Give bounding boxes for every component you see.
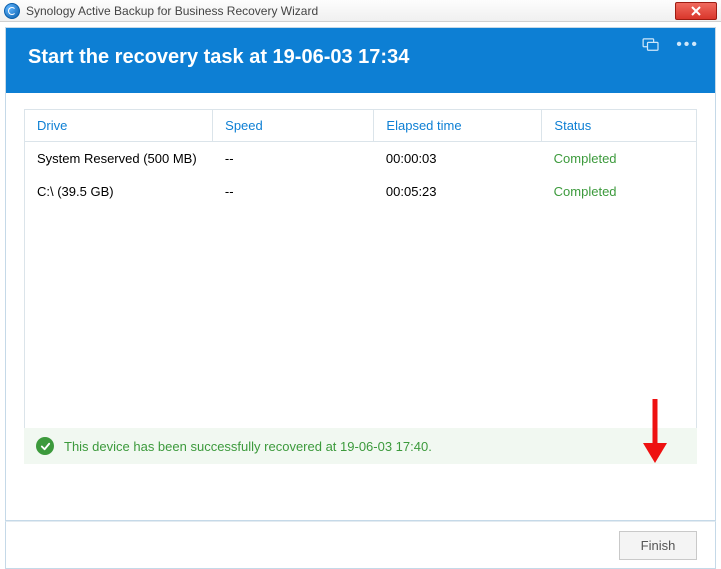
monitor-icon[interactable] bbox=[642, 38, 660, 52]
cell-elapsed: 00:00:03 bbox=[374, 142, 542, 175]
more-icon[interactable]: ••• bbox=[676, 38, 699, 52]
footer-bar: Finish bbox=[5, 521, 716, 569]
cell-speed: -- bbox=[213, 175, 374, 208]
table-row[interactable]: C:\ (39.5 GB) -- 00:05:23 Completed bbox=[25, 175, 696, 208]
recovery-table-body[interactable]: System Reserved (500 MB) -- 00:00:03 Com… bbox=[24, 142, 697, 432]
status-bar: This device has been successfully recove… bbox=[24, 428, 697, 464]
cell-status: Completed bbox=[542, 142, 696, 175]
wizard-header: ••• Start the recovery task at 19-06-03 … bbox=[5, 27, 716, 93]
col-header-speed[interactable]: Speed bbox=[213, 110, 374, 142]
status-message: This device has been successfully recove… bbox=[64, 439, 432, 454]
col-header-status[interactable]: Status bbox=[542, 110, 697, 142]
app-icon bbox=[4, 3, 20, 19]
finish-button[interactable]: Finish bbox=[619, 531, 697, 560]
cell-drive: C:\ (39.5 GB) bbox=[25, 175, 213, 208]
cell-speed: -- bbox=[213, 142, 374, 175]
close-button[interactable] bbox=[675, 2, 717, 20]
col-header-elapsed[interactable]: Elapsed time bbox=[374, 110, 542, 142]
title-bar: Synology Active Backup for Business Reco… bbox=[0, 0, 721, 22]
cell-elapsed: 00:05:23 bbox=[374, 175, 542, 208]
cell-drive: System Reserved (500 MB) bbox=[25, 142, 213, 175]
col-header-drive[interactable]: Drive bbox=[25, 110, 213, 142]
window-title: Synology Active Backup for Business Reco… bbox=[26, 4, 675, 18]
close-icon bbox=[690, 5, 702, 17]
cell-status: Completed bbox=[542, 175, 696, 208]
success-icon bbox=[36, 437, 54, 455]
table-row[interactable]: System Reserved (500 MB) -- 00:00:03 Com… bbox=[25, 142, 696, 175]
content-area: Drive Speed Elapsed time Status System R… bbox=[5, 93, 716, 521]
recovery-table-head: Drive Speed Elapsed time Status bbox=[24, 109, 697, 142]
page-title: Start the recovery task at 19-06-03 17:3… bbox=[28, 46, 693, 69]
